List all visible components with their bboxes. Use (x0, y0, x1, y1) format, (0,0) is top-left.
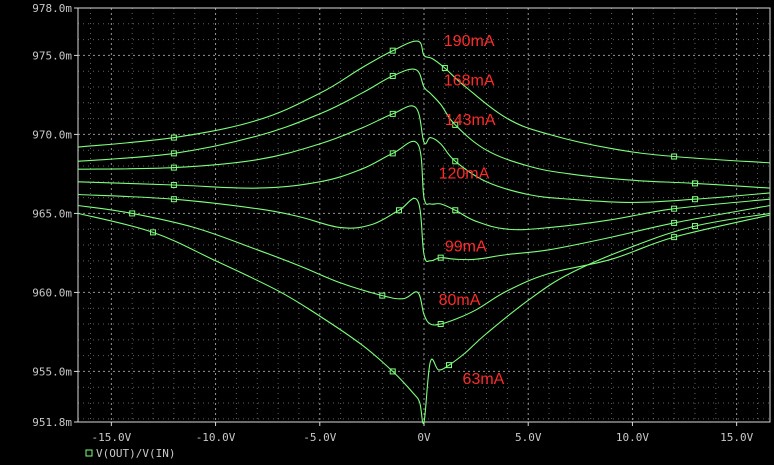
x-tick-label: -15.0V (91, 431, 131, 444)
y-tick-label: 970.0m (32, 128, 72, 141)
curve-label: 99mA (445, 238, 487, 255)
x-tick-label: 10.0V (616, 431, 649, 444)
x-tick-label: -10.0V (196, 431, 236, 444)
curve-label: 168mA (444, 72, 495, 89)
x-tick-label: 0V (417, 431, 431, 444)
y-tick-label: 955.0m (32, 365, 72, 378)
x-tick-label: 5.0V (515, 431, 542, 444)
y-tick-label: 978.0m (32, 2, 72, 15)
curve-label: 63mA (463, 371, 505, 388)
x-tick-label: 15.0V (720, 431, 753, 444)
x-tick-label: -5.0V (303, 431, 336, 444)
y-tick-label: 975.0m (32, 49, 72, 62)
y-axis-ticks: 978.0m 975.0m 970.0m 965.0m 960.0m 955.0m 951.… (32, 2, 78, 429)
curve-label: 80mA (439, 292, 481, 309)
y-tick-label: 960.0m (32, 286, 72, 299)
legend-marker (85, 449, 93, 457)
x-axis-ticks: -15.0V -10.0V -5.0V 0V 5.0V 10.0V 15.0V (91, 422, 754, 444)
y-tick-label: 951.8m (32, 416, 72, 429)
curve-label: 143mA (445, 112, 496, 129)
legend-entry: V(OUT)/V(IN) (96, 447, 175, 460)
grid (78, 7, 770, 422)
legend: V(OUT)/V(IN) (85, 447, 175, 460)
curve-label: 190mA (444, 33, 495, 50)
line-chart: 978.0m 975.0m 970.0m 965.0m 960.0m 955.0m 951.… (32, 2, 771, 460)
curve-labels: 190mA 168mA 143mA 120mA 99mA 80mA 63mA (439, 33, 505, 388)
y-tick-label: 965.0m (32, 207, 72, 220)
curve-label: 120mA (439, 166, 490, 183)
